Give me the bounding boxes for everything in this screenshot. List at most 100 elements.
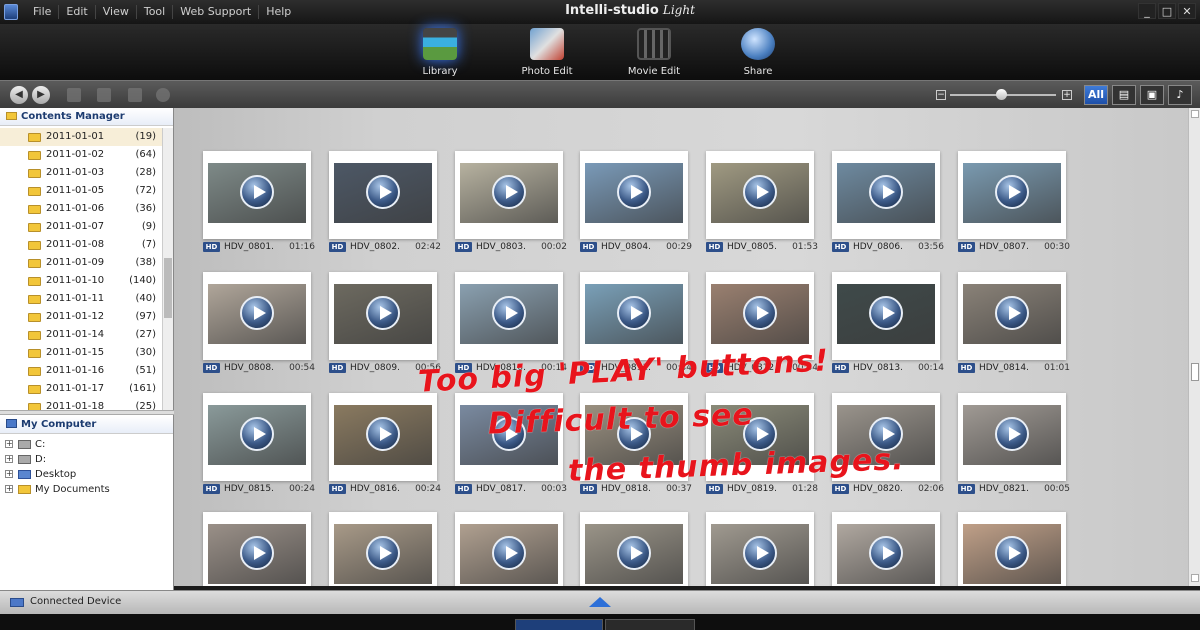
folder-item[interactable]: 2011-01-16 (51) [0, 362, 162, 380]
folder-item[interactable]: 2011-01-12 (97) [0, 308, 162, 326]
play-icon[interactable] [743, 296, 777, 330]
play-icon[interactable] [617, 296, 651, 330]
play-icon[interactable] [240, 296, 274, 330]
play-icon[interactable] [366, 175, 400, 209]
play-icon[interactable] [617, 175, 651, 209]
play-icon[interactable] [492, 175, 526, 209]
grid-scrollbar[interactable] [1188, 108, 1200, 586]
thumbnail-tile[interactable]: HD HDV_0803. 00:02 [455, 151, 567, 252]
folder-item[interactable]: 2011-01-02 (64) [0, 146, 162, 164]
thumbnail-tile[interactable]: HD HDV_0808. 00:54 [203, 272, 315, 373]
menu-web-support[interactable]: Web Support [173, 5, 260, 19]
thumbnail-tile[interactable]: HD HDV_0801. 01:16 [203, 151, 315, 252]
thumbnail-tile[interactable]: HD HDV_0809. 00:56 [329, 272, 441, 373]
photo-filter-icon[interactable]: ▣ [1140, 85, 1164, 105]
folder-item[interactable]: 2011-01-10 (140) [0, 272, 162, 290]
thumbnail-tile[interactable]: HD HDV_0813. 00:14 [832, 272, 944, 373]
view-all-button[interactable]: All [1084, 85, 1108, 105]
menu-view[interactable]: View [96, 5, 137, 19]
play-icon[interactable] [366, 417, 400, 451]
menu-file[interactable]: File [26, 5, 60, 19]
play-icon[interactable] [869, 175, 903, 209]
close-icon[interactable]: ✕ [1178, 3, 1196, 19]
folder-item[interactable]: 2011-01-14 (27) [0, 326, 162, 344]
minimize-icon[interactable]: _ [1138, 3, 1156, 19]
thumbnail-tile[interactable] [580, 512, 688, 586]
thumbnail-tile[interactable]: HD HDV_0815. 00:24 [203, 393, 315, 494]
mail-icon[interactable] [128, 88, 142, 102]
play-icon[interactable] [240, 175, 274, 209]
play-icon[interactable] [492, 536, 526, 570]
folder-item[interactable]: 2011-01-18 (25) [0, 398, 162, 410]
folder-list-scrollbar[interactable] [162, 128, 173, 410]
expand-icon[interactable]: + [5, 440, 13, 448]
thumbnail-tile[interactable] [203, 512, 311, 586]
folder-item[interactable]: 2011-01-01 (19) [0, 128, 162, 146]
menu-edit[interactable]: Edit [59, 5, 96, 19]
menu-tool[interactable]: Tool [137, 5, 174, 19]
play-icon[interactable] [995, 417, 1029, 451]
folder-item[interactable]: 2011-01-09 (38) [0, 254, 162, 272]
play-icon[interactable] [240, 536, 274, 570]
thumbnail-tile[interactable]: HD HDV_0804. 00:29 [580, 151, 692, 252]
tab-library[interactable]: Library [395, 28, 485, 80]
grid-scroll-thumb[interactable] [1191, 363, 1199, 381]
thumbnail-tile[interactable]: HD HDV_0807. 00:30 [958, 151, 1070, 252]
video-filter-icon[interactable]: ▤ [1112, 85, 1136, 105]
play-icon[interactable] [743, 536, 777, 570]
face-icon[interactable] [156, 88, 170, 102]
back-icon[interactable]: ◀ [10, 86, 28, 104]
thumbnail-tile[interactable] [832, 512, 940, 586]
thumbnail-tile[interactable] [329, 512, 437, 586]
play-icon[interactable] [366, 296, 400, 330]
thumbnail-tile[interactable]: HD HDV_0816. 00:24 [329, 393, 441, 494]
tab-photo-edit[interactable]: Photo Edit [502, 28, 592, 80]
print-icon[interactable] [67, 88, 81, 102]
play-icon[interactable] [995, 536, 1029, 570]
tab-globe-view[interactable] [605, 619, 695, 630]
expand-panel-icon[interactable] [589, 597, 611, 607]
thumbnail-tile[interactable] [455, 512, 563, 586]
tree-item[interactable]: + D: [0, 452, 173, 467]
tab-movie-edit[interactable]: Movie Edit [609, 28, 699, 80]
thumbnail-tile[interactable] [958, 512, 1066, 586]
connected-device-label[interactable]: Connected Device [30, 596, 121, 607]
thumbnail-tile[interactable]: HD HDV_0806. 03:56 [832, 151, 944, 252]
contents-manager-header[interactable]: Contents Manager [0, 108, 173, 126]
tree-item[interactable]: + C: [0, 437, 173, 452]
play-icon[interactable] [617, 536, 651, 570]
play-icon[interactable] [743, 175, 777, 209]
voice-filter-icon[interactable]: ♪ [1168, 85, 1192, 105]
forward-icon[interactable]: ▶ [32, 86, 50, 104]
tab-thumbnail[interactable] [515, 619, 603, 630]
zoom-slider-handle[interactable] [996, 89, 1007, 100]
thumbnail-tile[interactable] [706, 512, 814, 586]
my-computer-header[interactable]: My Computer [0, 416, 173, 434]
folder-list-scroll-thumb[interactable] [164, 258, 172, 318]
folder-item[interactable]: 2011-01-15 (30) [0, 344, 162, 362]
folder-item[interactable]: 2011-01-11 (40) [0, 290, 162, 308]
menu-help[interactable]: Help [259, 5, 298, 19]
rotate-icon[interactable] [97, 88, 111, 102]
panel-divider[interactable] [0, 410, 174, 415]
thumbnail-tile[interactable]: HD HDV_0802. 02:42 [329, 151, 441, 252]
tree-item[interactable]: + My Documents [0, 482, 173, 497]
tree-item[interactable]: + Desktop [0, 467, 173, 482]
play-icon[interactable] [995, 296, 1029, 330]
scroll-down-icon[interactable] [1191, 574, 1199, 582]
scroll-up-icon[interactable] [1191, 110, 1199, 118]
zoom-in-button[interactable]: + [1062, 90, 1072, 100]
thumbnail-tile[interactable]: HD HDV_0821. 00:05 [958, 393, 1070, 494]
expand-icon[interactable]: + [5, 485, 13, 493]
folder-item[interactable]: 2011-01-08 (7) [0, 236, 162, 254]
play-icon[interactable] [366, 536, 400, 570]
play-icon[interactable] [492, 296, 526, 330]
folder-item[interactable]: 2011-01-05 (72) [0, 182, 162, 200]
expand-icon[interactable]: + [5, 470, 13, 478]
play-icon[interactable] [869, 296, 903, 330]
play-icon[interactable] [995, 175, 1029, 209]
play-icon[interactable] [869, 536, 903, 570]
play-icon[interactable] [240, 417, 274, 451]
expand-icon[interactable]: + [5, 455, 13, 463]
thumbnail-tile[interactable]: HD HDV_0814. 01:01 [958, 272, 1070, 373]
